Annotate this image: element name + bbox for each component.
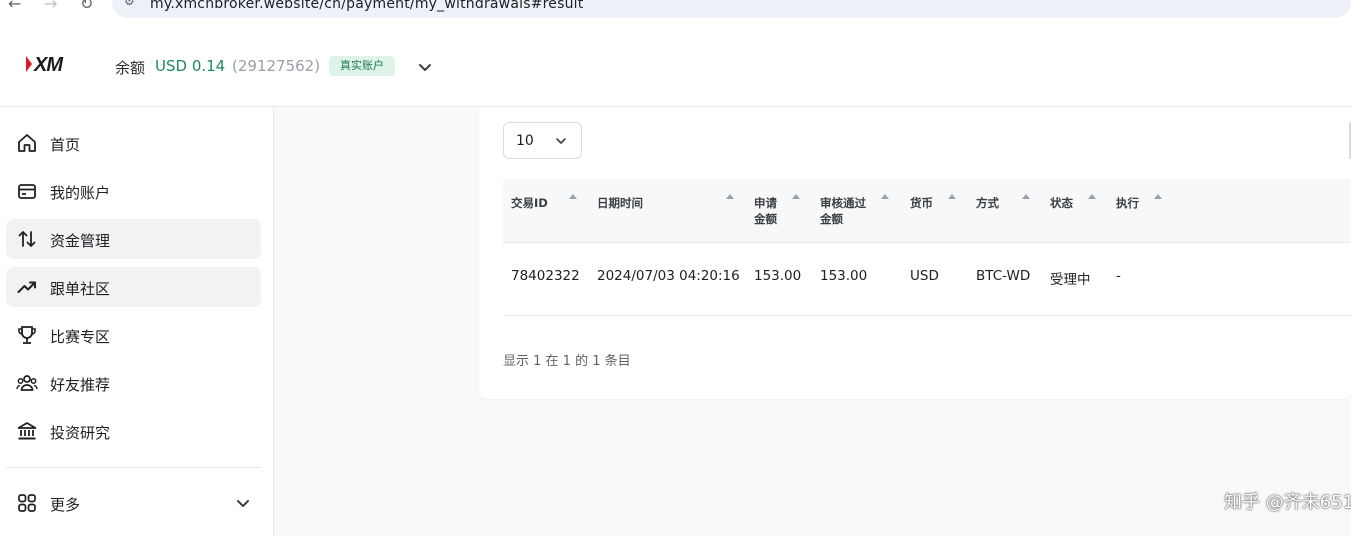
back-arrow-icon[interactable]: ← [8,0,21,13]
sidebar-item-funds[interactable]: 资金管理 [6,219,261,259]
sort-asc-icon[interactable] [1154,194,1162,199]
cell-method: BTC-WD [976,268,1031,284]
header-line: 方式 [976,196,999,210]
header-line: 金额 [754,212,777,226]
transfer-arrows-icon [18,231,36,247]
sidebar-item-more[interactable]: 更多 [6,483,261,523]
column-header-datetime[interactable]: 日期时间 [597,195,643,211]
home-icon [18,134,36,152]
sidebar-item-referrals[interactable]: 好友推荐 [6,363,261,403]
sidebar-item-label: 投资研究 [50,424,111,442]
sidebar-item-label: 资金管理 [50,232,111,250]
table-row: 78402322 2024/07/03 04:20:16 153.00 153.… [503,243,1351,316]
sidebar-item-copy-trading[interactable]: 跟单社区 [6,267,261,307]
sort-asc-icon[interactable] [881,194,889,199]
sidebar-item-label: 好友推荐 [50,376,111,394]
chevron-down-icon [556,138,566,144]
balance-value: USD 0.14 [155,57,226,75]
cell-currency: USD [910,268,939,284]
column-header-transaction-id[interactable]: 交易ID [511,195,548,211]
sidebar-item-home[interactable]: 首页 [6,123,261,163]
column-header-approved-amount[interactable]: 审核通过 金额 [820,195,866,227]
chevron-down-icon [237,500,249,507]
xm-logo[interactable]: XM [26,54,78,76]
sidebar-item-label: 我的账户 [50,184,111,202]
sidebar-item-label: 首页 [50,136,81,154]
url-text[interactable]: my.xmcnbroker.website/cn/payment/my_with… [150,0,583,12]
trophy-icon [18,326,36,344]
header-line: 日期时间 [597,196,643,210]
sort-asc-icon[interactable] [948,194,956,199]
site-info-icon[interactable]: ⚙ [124,0,135,8]
withdrawals-card: 10 交易ID 日期时间 申请金额 审核通过金额 货币 方式 状态 执行 784… [479,107,1351,399]
sort-asc-icon[interactable] [726,194,734,199]
wallet-icon [18,184,36,199]
column-header-status[interactable]: 状态 [1050,195,1073,211]
cell-transaction-id: 78402322 [511,268,580,284]
browser-toolbar: ← → ↻ ⚙ my.xmcnbroker.website/cn/payment… [0,0,1351,22]
sort-asc-icon[interactable] [1022,194,1030,199]
logo-mark: XM [34,54,63,76]
bank-icon [17,422,37,440]
header-line: 交易ID [511,196,548,210]
header-line: 执行 [1116,196,1139,210]
account-number: (29127562) [232,57,321,75]
cell-datetime: 2024/07/03 04:20:16 [597,268,740,284]
sort-asc-icon[interactable] [569,194,577,199]
chevron-down-icon[interactable] [417,59,433,75]
balance-label: 余额 [115,59,146,77]
column-header-currency[interactable]: 货币 [910,195,933,211]
cell-approved-amount: 153.00 [820,268,868,284]
sidebar-item-label: 比赛专区 [50,328,111,346]
header-line: 金额 [820,212,843,226]
sidebar-item-label: 跟单社区 [50,280,111,298]
header-line: 状态 [1050,196,1073,210]
app-header: XM 余额 USD 0.14 (29127562) 真实账户 [0,22,1351,107]
address-bar[interactable]: ⚙ my.xmcnbroker.website/cn/payment/my_wi… [112,0,1351,18]
column-header-method[interactable]: 方式 [976,195,999,211]
sidebar-item-my-account[interactable]: 我的账户 [6,171,261,211]
column-header-requested-amount[interactable]: 申请 金额 [754,195,777,227]
header-line: 申请 [754,196,777,210]
header-line: 货币 [910,196,933,210]
table-header: 交易ID 日期时间 申请金额 审核通过金额 货币 方式 状态 执行 [503,179,1351,243]
page-size-select[interactable]: 10 [503,122,582,159]
users-icon [16,375,38,391]
forward-arrow-icon[interactable]: → [44,0,57,13]
cell-status: 受理中 [1050,272,1091,288]
sidebar-item-competitions[interactable]: 比赛专区 [6,315,261,355]
reload-icon[interactable]: ↻ [80,0,93,13]
sidebar-divider [6,467,261,468]
table-info: 显示 1 在 1 的 1 条目 [503,354,631,369]
sidebar-item-research[interactable]: 投资研究 [6,411,261,451]
account-type-badge: 真实账户 [329,56,395,76]
grid-icon [18,494,36,512]
cell-action[interactable]: - [1116,268,1121,284]
sort-asc-icon[interactable] [1088,194,1096,199]
page-size-value: 10 [516,133,534,149]
column-header-action[interactable]: 执行 [1116,195,1139,211]
sort-asc-icon[interactable] [792,194,800,199]
sidebar: 首页 我的账户 资金管理 跟单社区 比赛专区 好友推荐 投资研究 更多 [0,107,274,536]
trending-up-icon [17,281,36,293]
logo-chevron [26,56,32,72]
sidebar-item-label: 更多 [50,496,81,514]
cell-requested-amount: 153.00 [754,268,802,284]
watermark: 知乎 @齐未651 [1224,492,1351,513]
header-line: 审核通过 [820,196,866,210]
